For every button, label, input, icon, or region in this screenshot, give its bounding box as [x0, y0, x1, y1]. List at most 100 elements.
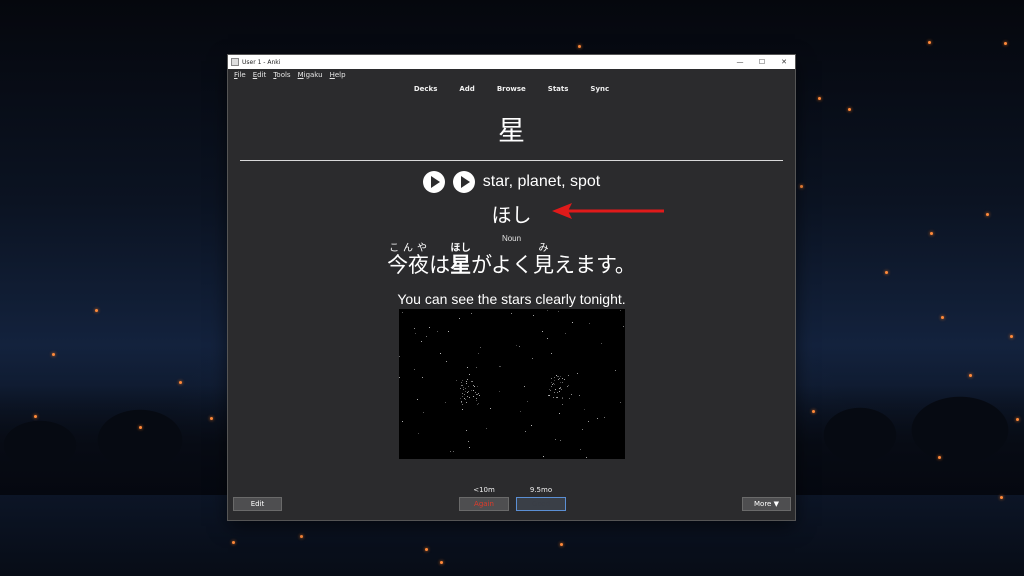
- star-dot: [556, 392, 558, 394]
- star-dot: [586, 456, 588, 458]
- star-dot: [399, 376, 400, 378]
- close-button[interactable]: ✕: [773, 55, 795, 69]
- star-dot: [519, 346, 521, 348]
- star-dot: [468, 396, 470, 398]
- star-dot: [510, 313, 512, 315]
- anki-app-icon: [231, 58, 239, 66]
- star-dot: [578, 394, 580, 396]
- star-dot: [550, 389, 552, 391]
- star-dot: [516, 344, 518, 346]
- star-dot: [554, 380, 556, 382]
- star-dot: [555, 439, 557, 441]
- star-dot: [556, 376, 558, 378]
- star-dot: [464, 398, 466, 400]
- star-dot: [570, 394, 572, 396]
- star-dot: [456, 380, 458, 382]
- sentence-translation: You can see the stars clearly tonight.: [397, 291, 626, 307]
- star-dot: [476, 385, 478, 387]
- lantern-light: [210, 417, 213, 420]
- star-dot: [541, 330, 543, 332]
- answer-divider: [240, 160, 783, 161]
- answer-bar: Edit <10m Again 9.5mo Good More ▼: [228, 485, 795, 520]
- star-dot: [470, 390, 472, 392]
- star-dot: [576, 373, 578, 375]
- star-dot: [551, 353, 553, 355]
- star-dot: [500, 366, 502, 368]
- lantern-light: [1016, 418, 1019, 421]
- star-dot: [416, 399, 418, 401]
- good-button[interactable]: Good: [516, 497, 566, 511]
- star-dot: [462, 389, 464, 391]
- star-dot: [467, 366, 469, 368]
- play-audio-sentence-icon[interactable]: [452, 171, 475, 193]
- menu-edit[interactable]: Edit: [253, 71, 267, 79]
- lantern-light: [425, 548, 428, 551]
- star-dot: [467, 379, 469, 381]
- star-dot: [614, 369, 616, 371]
- play-audio-word-icon[interactable]: [422, 171, 445, 193]
- lantern-light: [300, 535, 303, 538]
- menu-help[interactable]: Help: [330, 71, 346, 79]
- star-dot: [562, 377, 564, 379]
- star-dot: [462, 408, 464, 410]
- star-dot: [558, 311, 560, 313]
- lantern-light: [1010, 335, 1013, 338]
- star-dot: [402, 312, 404, 314]
- again-button[interactable]: Again: [459, 497, 509, 511]
- star-dot: [465, 430, 467, 432]
- title-bar[interactable]: User 1 - Anki — ☐ ✕: [228, 55, 795, 69]
- star-dot: [422, 377, 424, 379]
- menu-tools[interactable]: Tools: [273, 71, 290, 79]
- menu-file[interactable]: File: [234, 71, 246, 79]
- star-dot: [600, 343, 602, 345]
- star-dot: [414, 327, 415, 329]
- star-dot: [560, 382, 562, 384]
- window-title: User 1 - Anki: [242, 58, 281, 66]
- edit-button[interactable]: Edit: [233, 497, 282, 511]
- star-dot: [533, 315, 535, 317]
- star-dot: [567, 374, 569, 376]
- star-dot: [465, 387, 467, 389]
- star-dot: [561, 396, 563, 398]
- star-dot: [589, 323, 591, 325]
- lantern-light: [440, 561, 443, 564]
- minimize-button[interactable]: —: [729, 55, 751, 69]
- star-dot: [462, 379, 464, 381]
- star-dot: [453, 451, 455, 453]
- star-dot: [568, 397, 570, 399]
- star-dot: [450, 450, 452, 452]
- star-dot: [429, 326, 431, 328]
- starfield-image: [399, 309, 625, 459]
- star-dot: [587, 421, 589, 423]
- lantern-light: [179, 381, 182, 384]
- star-dot: [553, 383, 555, 385]
- star-dot: [478, 352, 480, 354]
- menu-migaku[interactable]: Migaku: [298, 71, 323, 79]
- word-reading: ほし: [491, 203, 532, 227]
- star-dot: [623, 326, 625, 328]
- lantern-light: [560, 543, 563, 546]
- star-dot: [499, 391, 501, 393]
- star-dot: [542, 455, 544, 457]
- star-dot: [554, 392, 556, 394]
- star-dot: [525, 431, 527, 433]
- star-dot: [562, 404, 564, 406]
- star-dot: [414, 368, 416, 370]
- star-dot: [462, 403, 464, 405]
- star-dot: [476, 403, 478, 405]
- lantern-light: [928, 41, 931, 44]
- star-dot: [558, 376, 560, 378]
- star-dot: [478, 394, 480, 396]
- card-area: 星 star, planet, spot ほし Noun 今夜こんやは星ほしがよ…: [228, 95, 795, 485]
- star-dot: [414, 333, 416, 335]
- star-dot: [558, 390, 560, 392]
- star-dot: [485, 427, 487, 429]
- maximize-button[interactable]: ☐: [751, 55, 773, 69]
- star-dot: [472, 380, 474, 382]
- star-dot: [469, 447, 471, 449]
- sentence-emasu: えます。: [554, 253, 636, 277]
- star-dot: [440, 353, 442, 355]
- sentence-ga-yoku: がよく: [471, 253, 534, 277]
- card-front-word: 星: [498, 116, 525, 147]
- more-button[interactable]: More ▼: [742, 497, 791, 511]
